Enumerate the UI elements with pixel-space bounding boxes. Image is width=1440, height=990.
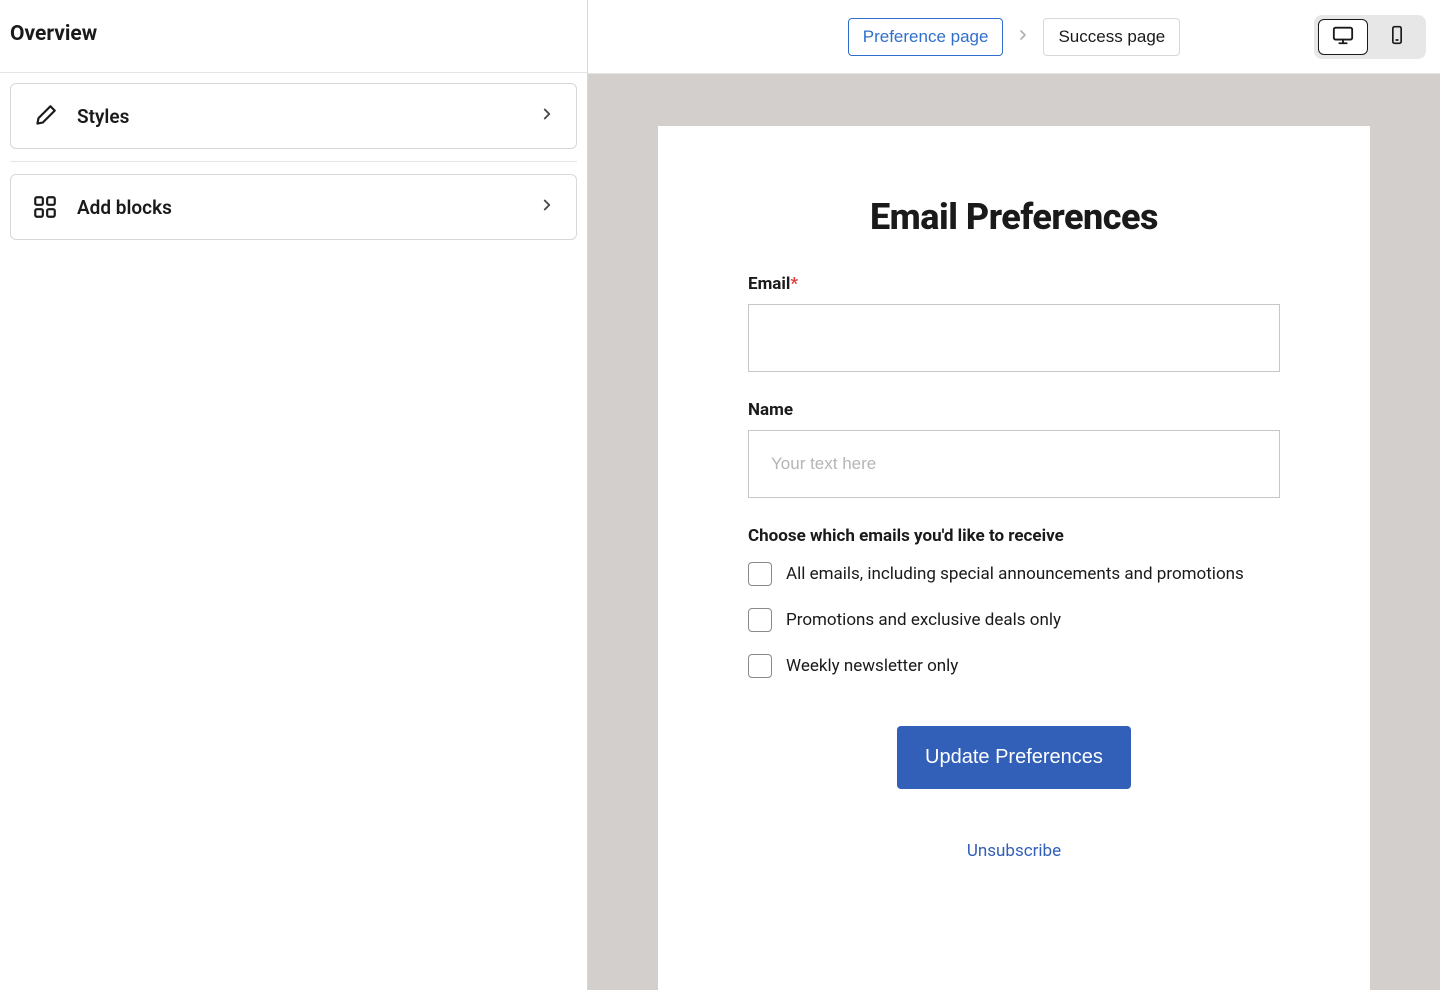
sidebar-divider — [10, 161, 577, 162]
choice-text: Promotions and exclusive deals only — [786, 610, 1061, 630]
device-mobile-button[interactable] — [1372, 19, 1422, 55]
blocks-icon — [31, 193, 59, 221]
device-toggle — [1314, 15, 1426, 59]
checkbox-newsletter[interactable] — [748, 654, 772, 678]
tab-success-page[interactable]: Success page — [1043, 18, 1180, 56]
main: Preference page Success page — [588, 0, 1440, 990]
submit-wrap: Update Preferences — [748, 726, 1280, 789]
update-preferences-button[interactable]: Update Preferences — [897, 726, 1131, 789]
field-choices: Choose which emails you'd like to receiv… — [748, 526, 1280, 678]
page-switcher: Preference page Success page — [848, 18, 1181, 56]
choices-label: Choose which emails you'd like to receiv… — [748, 526, 1280, 546]
sidebar-title: Overview — [10, 22, 577, 46]
preview-card: Email Preferences Email* Name Choose whi… — [658, 126, 1370, 990]
required-indicator: * — [790, 274, 798, 294]
chevron-right-icon — [538, 105, 556, 127]
topbar: Preference page Success page — [588, 0, 1440, 74]
sidebar-item-label: Add blocks — [77, 196, 538, 219]
checkbox-all-emails[interactable] — [748, 562, 772, 586]
unsubscribe-wrap: Unsubscribe — [748, 841, 1280, 861]
email-label: Email* — [748, 274, 1280, 294]
device-desktop-button[interactable] — [1318, 19, 1368, 55]
name-label: Name — [748, 400, 1280, 420]
sidebar-item-label: Styles — [77, 105, 538, 128]
chevron-right-icon — [1015, 27, 1031, 47]
sidebar-body: Styles Add blocks — [0, 73, 587, 262]
sidebar-header: Overview — [0, 0, 587, 73]
tab-preference-page[interactable]: Preference page — [848, 18, 1004, 56]
field-email: Email* — [748, 274, 1280, 372]
sidebar-item-styles[interactable]: Styles — [10, 83, 577, 149]
choice-text: All emails, including special announceme… — [786, 564, 1244, 584]
pencil-icon — [31, 102, 59, 130]
sidebar-item-add-blocks[interactable]: Add blocks — [10, 174, 577, 240]
desktop-icon — [1332, 24, 1354, 49]
choice-row: Promotions and exclusive deals only — [748, 608, 1280, 632]
sidebar: Overview Styles — [0, 0, 588, 990]
email-input[interactable] — [748, 304, 1280, 372]
unsubscribe-link[interactable]: Unsubscribe — [967, 841, 1061, 861]
choice-text: Weekly newsletter only — [786, 656, 958, 676]
mobile-icon — [1387, 25, 1407, 48]
page-title: Email Preferences — [748, 196, 1280, 238]
field-name: Name — [748, 400, 1280, 498]
canvas: Email Preferences Email* Name Choose whi… — [588, 74, 1440, 990]
choice-row: Weekly newsletter only — [748, 654, 1280, 678]
choice-row: All emails, including special announceme… — [748, 562, 1280, 586]
chevron-right-icon — [538, 196, 556, 218]
checkbox-promotions[interactable] — [748, 608, 772, 632]
name-input[interactable] — [748, 430, 1280, 498]
